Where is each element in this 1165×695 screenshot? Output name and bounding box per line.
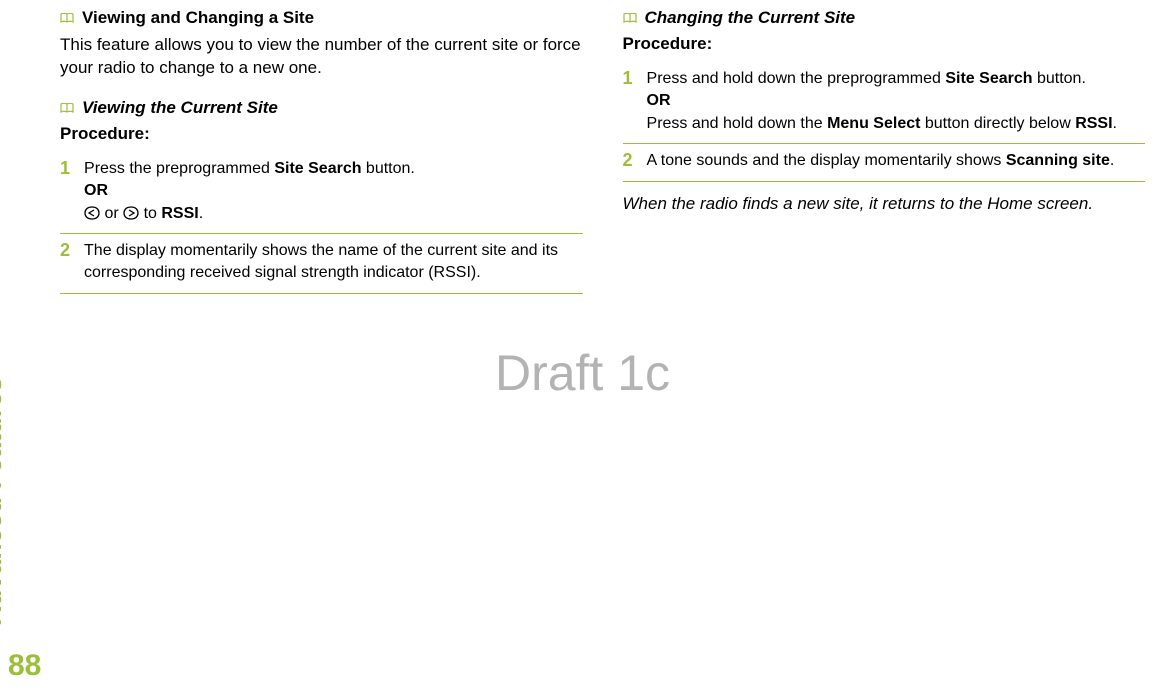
scanning-site-label: Scanning site — [1006, 152, 1110, 169]
step-text: button directly below — [920, 115, 1075, 132]
step-text: Press and hold down the — [647, 115, 828, 132]
main-heading-text: Viewing and Changing a Site — [82, 8, 314, 28]
step-body: The display momentarily shows the name o… — [84, 240, 582, 285]
step-text: or — [100, 205, 123, 222]
step-item: 1 Press the preprogrammed Site Search bu… — [60, 152, 583, 233]
or-label: OR — [84, 180, 415, 202]
step-number: 2 — [623, 150, 633, 172]
heading-sub-left: Viewing the Current Site — [60, 98, 583, 118]
closing-note: When the radio finds a new site, it retu… — [623, 194, 1146, 214]
intro-text: This feature allows you to view the numb… — [60, 34, 583, 80]
step-body: Press the preprogrammed Site Search butt… — [84, 158, 415, 225]
book-icon — [623, 11, 637, 22]
step-number: 1 — [60, 158, 70, 225]
step-number: 2 — [60, 240, 70, 285]
step-item: 2 A tone sounds and the display momentar… — [623, 143, 1146, 181]
heading-sub-right: Changing the Current Site — [623, 8, 1146, 28]
left-column: Viewing and Changing a Site This feature… — [60, 0, 583, 294]
step-text: Press and hold down the preprogrammed — [647, 70, 946, 87]
procedure-label-left: Procedure: — [60, 124, 583, 144]
or-label: OR — [647, 90, 1117, 112]
step-text-bold: Site Search — [274, 160, 361, 177]
step-text: button. — [1033, 70, 1086, 87]
sub-heading-right: Changing the Current Site — [645, 8, 856, 28]
step-number: 1 — [623, 68, 633, 135]
step-text-bold: Menu Select — [827, 115, 920, 132]
right-column: Changing the Current Site Procedure: 1 P… — [623, 0, 1146, 294]
step-text: button. — [361, 160, 414, 177]
book-icon — [60, 11, 74, 22]
rssi-label: RSSI — [161, 205, 198, 222]
step-text-bold: Site Search — [945, 70, 1032, 87]
step-text: . — [199, 205, 203, 222]
steps-right: 1 Press and hold down the preprogrammed … — [623, 62, 1146, 182]
step-item: 1 Press and hold down the preprogrammed … — [623, 62, 1146, 143]
heading-main: Viewing and Changing a Site — [60, 8, 583, 28]
section-label: Advanced Features — [0, 377, 8, 625]
step-text: . — [1113, 115, 1117, 132]
procedure-label-right: Procedure: — [623, 34, 1146, 54]
step-text: Press the preprogrammed — [84, 160, 274, 177]
step-text: . — [1110, 152, 1114, 169]
content-columns: Viewing and Changing a Site This feature… — [60, 0, 1145, 294]
left-key-icon — [84, 206, 100, 220]
page-number: 88 — [8, 649, 41, 683]
watermark: Draft 1c — [495, 344, 670, 402]
steps-left: 1 Press the preprogrammed Site Search bu… — [60, 152, 583, 294]
step-text: to — [139, 205, 161, 222]
sub-heading-left: Viewing the Current Site — [82, 98, 278, 118]
step-body: A tone sounds and the display momentaril… — [647, 150, 1115, 172]
book-icon — [60, 101, 74, 112]
right-key-icon — [123, 206, 139, 220]
step-item: 2 The display momentarily shows the name… — [60, 233, 583, 294]
page: Advanced Features 88 Draft 1c Viewing an… — [0, 0, 1165, 695]
step-body: Press and hold down the preprogrammed Si… — [647, 68, 1117, 135]
rssi-label: RSSI — [1075, 115, 1112, 132]
step-text: A tone sounds and the display momentaril… — [647, 152, 1006, 169]
